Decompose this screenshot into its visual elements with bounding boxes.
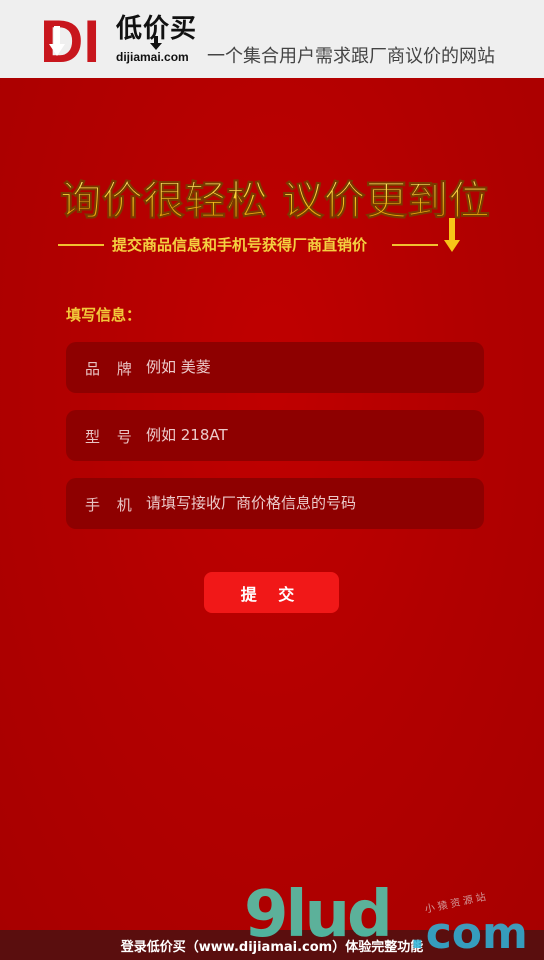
watermark-brand: 9lud bbox=[244, 878, 393, 952]
top-header: DI 低价买 dijiamai.com 一个集合用户需求跟厂商议价的网站 bbox=[0, 0, 544, 78]
hero-subtitle-row: 提交商品信息和手机号获得厂商直销价 bbox=[58, 234, 478, 256]
logo-mark[interactable]: DI bbox=[40, 12, 104, 66]
model-input[interactable] bbox=[146, 420, 466, 450]
brand-field[interactable]: 品 牌 bbox=[66, 342, 484, 393]
phone-input[interactable] bbox=[146, 488, 466, 518]
logo-letters: DI bbox=[40, 12, 100, 66]
site-slogan: 一个集合用户需求跟厂商议价的网站 bbox=[207, 46, 495, 67]
brand-input[interactable] bbox=[146, 352, 466, 382]
logo-domain: dijiamai.com bbox=[116, 50, 189, 64]
brand-field-label: 品 牌 bbox=[85, 360, 138, 378]
hero-headline: 询价很轻松 议价更到位 bbox=[60, 174, 500, 225]
submit-button[interactable]: 提 交 bbox=[204, 572, 339, 613]
model-field-label: 型 号 bbox=[85, 428, 138, 446]
form-section-label: 填写信息： bbox=[66, 306, 142, 324]
headline-text: 询价很轻松 议价更到位 bbox=[60, 178, 490, 222]
watermark-suffix: .com bbox=[409, 908, 528, 959]
hero-subtitle: 提交商品信息和手机号获得厂商直销价 bbox=[112, 236, 368, 254]
model-field[interactable]: 型 号 bbox=[66, 410, 484, 461]
watermark: 9lud .com 小猿资源站 bbox=[244, 878, 544, 959]
subtitle-divider-right bbox=[392, 244, 438, 246]
subtitle-divider-left bbox=[58, 244, 104, 246]
price-down-arrow-icon bbox=[150, 36, 162, 50]
phone-field[interactable]: 手 机 bbox=[66, 478, 484, 529]
phone-field-label: 手 机 bbox=[85, 496, 138, 514]
